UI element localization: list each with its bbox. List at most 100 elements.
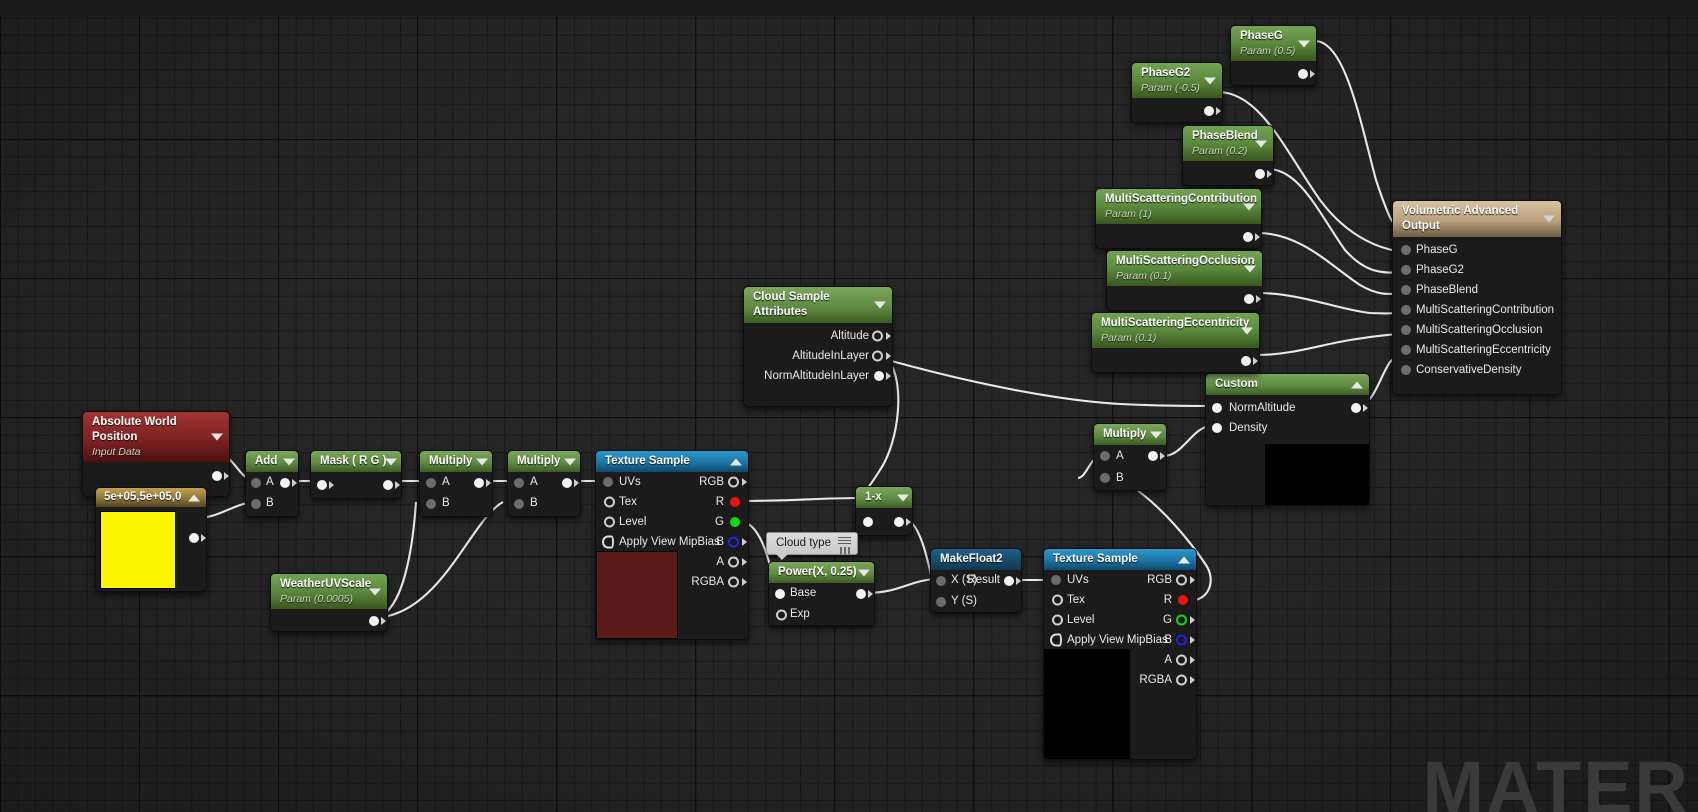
pin-row-a[interactable]: A [1094, 445, 1166, 467]
output-pin-g[interactable] [1176, 614, 1187, 626]
output-pin-a[interactable] [728, 556, 739, 568]
input-pin[interactable] [863, 516, 873, 527]
node-custom[interactable]: Custom NormAltitude Density [1205, 373, 1370, 506]
output-pin-b[interactable] [728, 536, 739, 548]
pin-row-a[interactable]: A [246, 472, 298, 493]
pin-row-altitude-in-layer[interactable]: AltitudeInLayer [744, 346, 892, 366]
node-header[interactable]: Texture Sample [596, 451, 748, 472]
node-header[interactable]: Add [246, 451, 298, 472]
output-pin-result[interactable] [1004, 575, 1014, 586]
node-phase-blend[interactable]: PhaseBlend Param (0.2) [1182, 125, 1274, 186]
input-pin-base[interactable] [775, 588, 785, 599]
chevron-up-icon[interactable] [1178, 556, 1190, 563]
node-multiply-1[interactable]: Multiply A B [419, 450, 493, 517]
input-pin-a[interactable] [251, 477, 261, 488]
pin-row-phase-g2[interactable]: PhaseG2 [1393, 260, 1561, 280]
input-pin-phase-blend[interactable] [1401, 285, 1411, 295]
input-pin-a[interactable] [426, 477, 436, 488]
node-multiply-3[interactable]: Multiply A B [1093, 423, 1167, 491]
output-pin[interactable] [1244, 294, 1254, 304]
input-pin-tex[interactable] [604, 496, 615, 508]
input-pin-b[interactable] [1100, 473, 1110, 483]
pin-row-x[interactable]: X (S) Result [931, 570, 1021, 591]
output-pin-altitude-in-layer[interactable] [872, 350, 883, 362]
node-texture-sample-1[interactable]: Texture Sample UVs RGB Tex R Level G App… [595, 450, 749, 640]
material-graph-canvas[interactable]: MATER Absolute World Position Input Data… [0, 0, 1698, 812]
node-power[interactable]: Power(X, 0.25) Base Exp [768, 561, 875, 626]
pin-row-phase-blend[interactable]: PhaseBlend [1393, 280, 1561, 300]
node-header[interactable]: Power(X, 0.25) [769, 562, 874, 583]
pin-row-output[interactable] [83, 462, 229, 490]
pin-row-tex[interactable]: Tex R [1044, 590, 1196, 610]
output-pin[interactable] [1298, 69, 1308, 79]
input-pin-x[interactable] [936, 575, 946, 586]
pin-row-level[interactable]: Level G [596, 512, 748, 532]
output-pin-g[interactable] [730, 517, 740, 527]
node-phase-g[interactable]: PhaseG Param (0.5) [1230, 25, 1317, 86]
input-pin-phase-g2[interactable] [1401, 265, 1411, 275]
pin-row-ms-contribution[interactable]: MultiScatteringContribution [1393, 300, 1561, 320]
output-pin[interactable] [189, 533, 199, 543]
input-pin-exp[interactable] [776, 609, 787, 620]
input-pin-norm-altitude[interactable] [1212, 403, 1222, 413]
node-header[interactable]: Custom [1206, 374, 1369, 395]
pin-row-base[interactable]: Base [769, 583, 874, 604]
output-pin-rgba[interactable] [1176, 674, 1187, 686]
node-header[interactable]: MultiScatteringContribution Param (1) [1096, 189, 1261, 224]
input-pin-level[interactable] [604, 516, 615, 528]
bool-pin-icon[interactable] [1050, 633, 1062, 647]
node-mask-rg[interactable]: Mask ( R G ) [310, 450, 402, 499]
node-phase-g2[interactable]: PhaseG2 Param (-0.5) [1131, 62, 1223, 123]
node-header[interactable]: Volumetric Advanced Output [1393, 201, 1561, 237]
chevron-down-icon[interactable] [1543, 215, 1555, 223]
output-pin[interactable] [1243, 232, 1253, 242]
output-pin[interactable] [1204, 106, 1214, 116]
output-pin-r[interactable] [730, 497, 740, 507]
node-volumetric-advanced-output[interactable]: Volumetric Advanced Output PhaseG PhaseG… [1392, 200, 1562, 395]
pin-row-b[interactable]: B [420, 493, 492, 514]
input-pin-b[interactable] [514, 498, 524, 509]
output-pin[interactable] [894, 516, 904, 527]
pin-row-mipbias[interactable]: Apply View MipBias B [596, 532, 748, 552]
pin-row-altitude[interactable]: Altitude [744, 326, 892, 346]
chevron-up-icon[interactable] [188, 494, 200, 501]
node-header[interactable]: WeatherUVScale Param (0.0005) [271, 574, 387, 609]
node-add[interactable]: Add A B [245, 450, 299, 517]
node-header[interactable]: PhaseBlend Param (0.2) [1183, 126, 1273, 161]
output-pin[interactable] [212, 471, 222, 481]
input-pin-uvs[interactable] [603, 477, 613, 487]
node-cloud-sample-attributes[interactable]: Cloud Sample Attributes Altitude Altitud… [743, 286, 893, 407]
node-header[interactable]: Multiply [508, 451, 580, 472]
pin-row-a[interactable]: A [420, 472, 492, 493]
node-multi-scattering-eccentricity[interactable]: MultiScatteringEccentricity Param (0.1) [1091, 312, 1260, 373]
pin-row-level[interactable]: Level G [1044, 610, 1196, 630]
pin-row-y[interactable]: Y (S) [931, 591, 1021, 612]
chevron-down-icon[interactable] [476, 458, 488, 465]
input-pin-phase-g[interactable] [1401, 245, 1411, 255]
chevron-down-icon[interactable] [1244, 265, 1256, 272]
input-pin-a[interactable] [514, 477, 524, 488]
pin-row-tex[interactable]: Tex R [596, 492, 748, 512]
chevron-down-icon[interactable] [1298, 40, 1310, 47]
input-pin-b[interactable] [426, 498, 436, 509]
pin-row-b[interactable]: B [508, 493, 580, 514]
output-pin[interactable] [474, 477, 484, 488]
input-pin-tex[interactable] [1052, 594, 1063, 606]
pin-row-uvs[interactable]: UVs RGB [1044, 570, 1196, 590]
pin-row-density[interactable]: Density [1206, 418, 1369, 438]
node-header[interactable]: 5e+05,5e+05,0 [96, 488, 206, 507]
chevron-down-icon[interactable] [1243, 203, 1255, 210]
node-header[interactable]: MultiScatteringOcclusion Param (0.1) [1107, 251, 1262, 286]
node-multiply-2[interactable]: Multiply A B [507, 450, 581, 517]
output-pin-b[interactable] [1176, 634, 1187, 646]
node-one-minus-x[interactable]: 1-x [855, 486, 913, 536]
node-constant-vector[interactable]: 5e+05,5e+05,0 [95, 487, 207, 592]
output-pin-altitude[interactable] [872, 330, 883, 342]
pin-row-norm-altitude-in-layer[interactable]: NormAltitudeInLayer [744, 366, 892, 386]
node-header[interactable]: Cloud Sample Attributes [744, 287, 892, 323]
chevron-down-icon[interactable] [211, 433, 223, 441]
chevron-down-icon[interactable] [369, 588, 381, 595]
chevron-down-icon[interactable] [897, 494, 909, 501]
node-absolute-world-position[interactable]: Absolute World Position Input Data [82, 411, 230, 497]
output-pin[interactable] [1351, 403, 1361, 413]
